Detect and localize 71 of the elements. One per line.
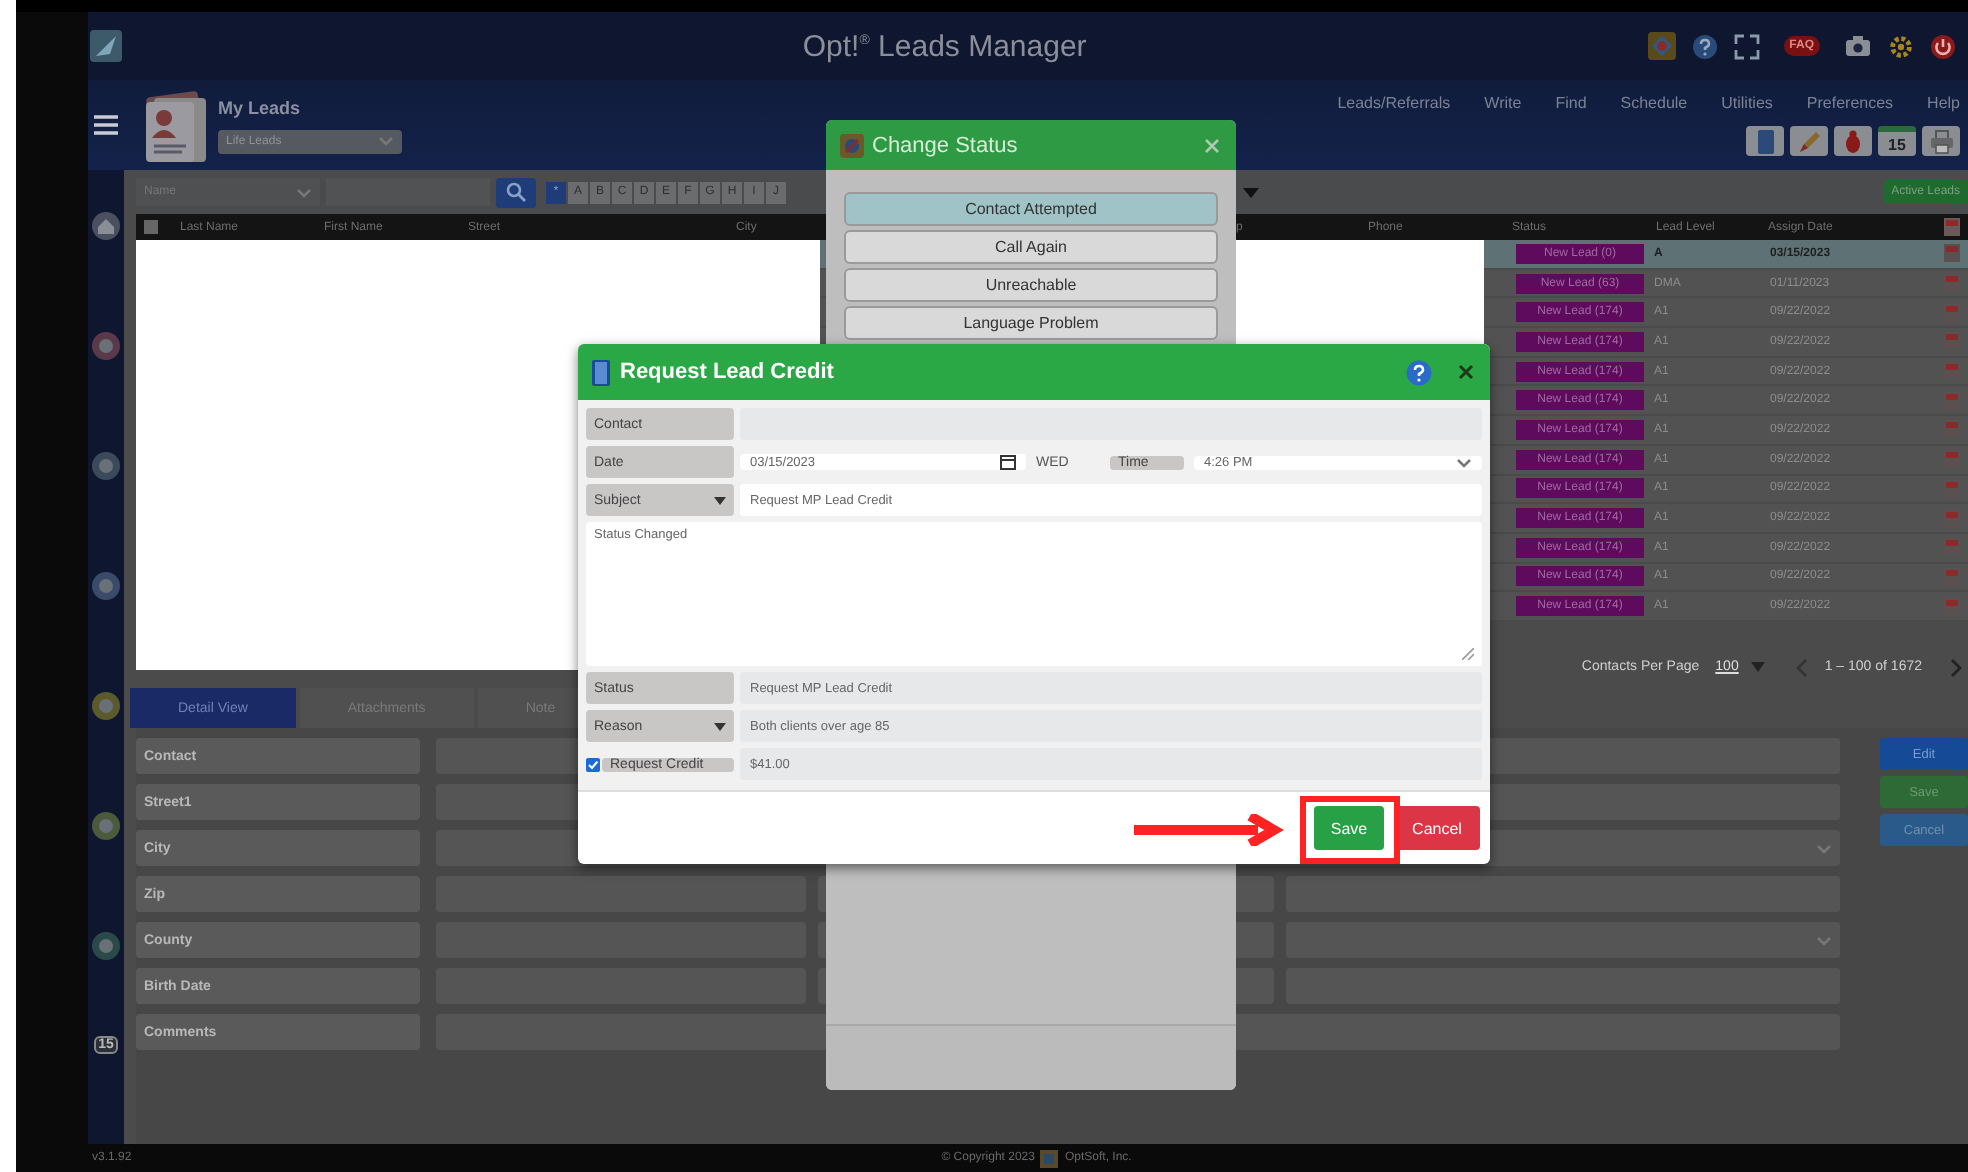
caret-icon (1242, 185, 1260, 199)
flag-icon[interactable] (1944, 420, 1960, 439)
status-option[interactable]: Language Problem (844, 306, 1218, 340)
status-option[interactable]: Unreachable (844, 268, 1218, 302)
search-button[interactable] (496, 177, 536, 207)
dialog-title: Request Lead Credit (620, 360, 836, 384)
flag-icon[interactable] (1944, 391, 1960, 410)
menu-item[interactable]: Preferences (1806, 94, 1894, 112)
home-icon[interactable] (92, 212, 120, 240)
caret-icon (378, 134, 394, 148)
caret-icon (1816, 933, 1832, 947)
cancel-button[interactable]: Cancel (1394, 806, 1480, 850)
camera-icon[interactable] (1844, 34, 1872, 58)
select-all-checkbox[interactable] (144, 220, 158, 234)
colorful-square-icon[interactable] (1647, 32, 1676, 60)
dialog-title: Change Status (872, 133, 1020, 157)
book-button[interactable] (1746, 126, 1784, 156)
resize-grip-icon (1462, 648, 1474, 660)
flag-icon[interactable] (1944, 244, 1960, 263)
pencil-icon (1797, 129, 1821, 153)
alert-button[interactable] (1834, 126, 1872, 156)
flag-icon[interactable] (1944, 303, 1960, 322)
search-icon (506, 182, 526, 202)
menu-item[interactable]: Help (1927, 94, 1960, 112)
flag-icon[interactable] (1944, 479, 1960, 498)
flag-icon[interactable] (1944, 450, 1960, 469)
caret-icon (1456, 455, 1472, 469)
flag-icon[interactable] (1944, 332, 1960, 351)
app-logo-icon (90, 30, 122, 62)
status-option[interactable]: Call Again (844, 230, 1218, 264)
menu-item[interactable]: Schedule (1620, 94, 1688, 112)
menu-icon[interactable] (94, 114, 118, 136)
page-title: My Leads (218, 97, 303, 117)
calendar-button[interactable]: 15 (1878, 126, 1916, 156)
menu-item[interactable]: Find (1555, 94, 1587, 112)
bug-icon (1842, 129, 1864, 153)
flag-icon[interactable] (1944, 274, 1960, 293)
flag-icon[interactable] (1944, 567, 1960, 586)
chevron-right-icon[interactable] (1950, 657, 1964, 677)
save-button[interactable]: Save (1314, 806, 1384, 850)
app-title: Opt!$^{®}$ Leads Manager (800, 29, 1089, 63)
select-field[interactable] (1286, 922, 1840, 958)
menu-item[interactable]: Write (1484, 94, 1522, 112)
print-button[interactable] (1922, 126, 1960, 156)
book-icon (592, 359, 610, 385)
caret-icon (1750, 660, 1767, 674)
help-icon[interactable] (1691, 33, 1718, 59)
close-icon[interactable] (1458, 364, 1474, 380)
status-icon (840, 133, 864, 157)
power-icon[interactable] (1930, 33, 1956, 59)
menu-item[interactable]: Utilities (1721, 94, 1773, 112)
checkbox[interactable] (586, 757, 600, 771)
status-option[interactable]: Contact Attempted (844, 192, 1218, 226)
printer-icon (1929, 129, 1953, 153)
calendar-icon (1000, 454, 1016, 470)
chevron-left-icon[interactable] (1794, 657, 1809, 677)
caret-icon (714, 721, 726, 731)
book-icon (1755, 129, 1775, 153)
flag-icon[interactable] (1944, 597, 1960, 616)
edit-button[interactable] (1790, 126, 1828, 156)
flag-icon[interactable] (1944, 538, 1960, 557)
flag-icon (1944, 218, 1960, 236)
caret-icon (296, 185, 312, 199)
help-icon[interactable] (1406, 359, 1432, 385)
caret-icon (1816, 841, 1832, 855)
flag-icon[interactable] (1944, 362, 1960, 381)
menu-item[interactable]: Leads/Referrals (1337, 94, 1451, 112)
expand-icon[interactable] (1733, 33, 1760, 59)
gear-icon[interactable] (1888, 33, 1914, 59)
flag-icon[interactable] (1944, 509, 1960, 528)
company-logo-icon (1040, 1149, 1059, 1167)
